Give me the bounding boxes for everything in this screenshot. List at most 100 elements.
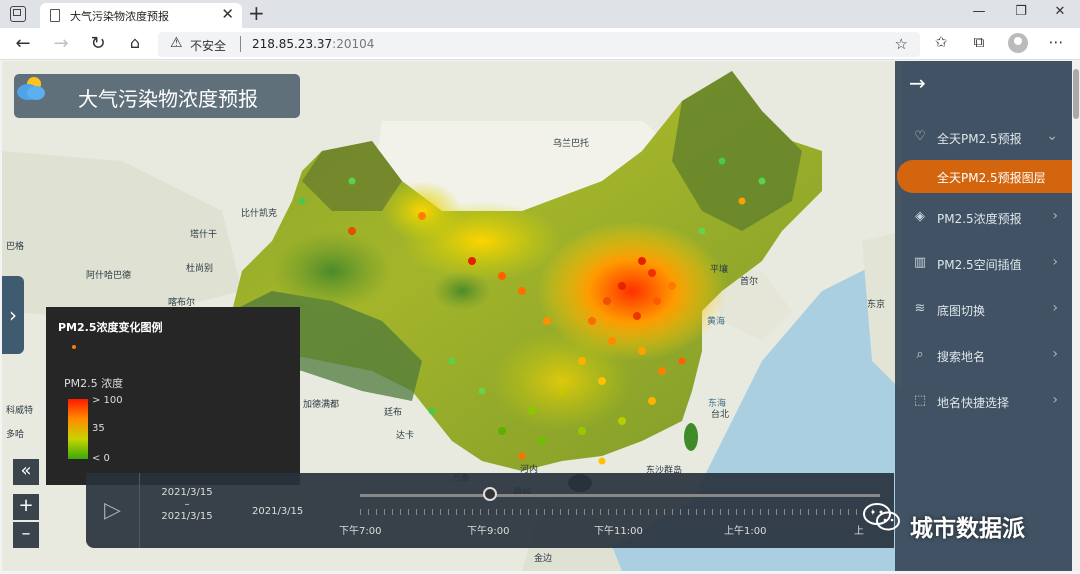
url-text[interactable]: 218.85.23.37:20104 [252,37,374,51]
map-view[interactable]: 乌兰巴托 比什凯克 塔什干 杜尚别 阿什哈巴德 喀布尔 加德满都 廷布 达卡 平… [2,61,1072,571]
time-ticks [360,509,880,515]
legend-tick: > 100 [92,395,123,406]
map-label: 科威特 [6,406,34,416]
time-label: 下午11:00 [594,526,643,537]
favorites-icon[interactable]: ✩ [930,33,952,51]
app-title-box: 大气污染物浓度预报 [14,74,300,118]
url-host: 218.85.23.37 [252,37,333,51]
legend-tick: 35 [92,423,105,434]
chevron-right-icon: › [1052,300,1058,316]
menu-label: 搜索地名 [937,350,986,364]
chevron-right-icon: › [1052,208,1058,224]
insecure-label[interactable]: 不安全 [190,37,226,54]
chevron-right-icon: › [1052,346,1058,362]
map-label: 首尔 [740,277,759,287]
window-close-icon[interactable]: ✕ [1050,4,1070,19]
map-label: 加德满都 [303,400,340,410]
range-end: 2021/3/15 [161,511,213,522]
browser-tab[interactable]: 大气污染物浓度预报 ✕ [40,3,242,28]
legend-title: PM2.5浓度变化图例 [58,321,163,334]
home-icon[interactable]: ⌂ [124,33,146,52]
map-label: 杜尚别 [186,264,214,274]
submenu-label: 全天PM2.5预报图层 [937,171,1046,185]
url-port: :20104 [332,37,375,51]
legend-color-ramp [68,399,88,459]
zoom-in-button[interactable]: + [13,494,39,520]
legend-station-dot [72,345,76,349]
page-scrollbar[interactable] [1072,61,1080,571]
menu-item-pm25-interpolation[interactable]: ▥ PM2.5空间插值 › [895,248,1072,280]
time-slider-track[interactable] [360,494,880,497]
menu-item-daily-pm25[interactable]: ♡ 全天PM2.5预报 ⌄ [895,122,1072,154]
tab-close-icon[interactable]: ✕ [221,5,234,23]
map-icon: ▥ [913,255,927,270]
zoom-out-button[interactable]: – [13,522,39,548]
play-button[interactable]: ▷ [86,473,140,548]
stack-icon: ≋ [914,301,926,316]
new-tab-button[interactable]: + [248,1,265,25]
browser-tab-bar: 大气污染物浓度预报 ✕ + — ❐ ✕ [0,0,1080,28]
tab-actions-icon[interactable] [10,6,26,22]
favorite-add-icon[interactable]: ☆ [895,35,908,53]
page-icon [50,9,60,22]
collapse-legend-button[interactable]: « [13,459,39,485]
warning-icon[interactable]: ⚠ [170,35,183,51]
menu-label: PM2.5浓度预报 [937,212,1022,226]
watermark-text: 城市数据派 [910,516,1025,542]
heart-map-icon: ♡ [914,129,926,144]
more-menu-icon[interactable]: ⋯ [1045,33,1067,51]
map-label: 塔什干 [190,230,218,240]
map-label: 比什凯克 [241,209,278,219]
scrollbar-thumb[interactable] [1073,69,1079,119]
time-label: 下午9:00 [467,526,510,537]
time-label: 下午7:00 [339,526,382,537]
time-slider-panel: ▷ 2021/3/15 – 2021/3/15 2021/3/15 下午7:00… [86,473,894,548]
collapse-panel-arrow-icon[interactable]: → [909,71,926,95]
cursor-icon: ⬚ [913,393,927,408]
right-tool-panel: → ♡ 全天PM2.5预报 ⌄ 全天PM2.5预报图层 ◈ PM2.5浓度预报 … [895,61,1072,571]
map-label: 阿什哈巴德 [86,271,132,281]
menu-label: 地名快捷选择 [937,396,1010,410]
menu-item-pm25-forecast[interactable]: ◈ PM2.5浓度预报 › [895,202,1072,234]
search-icon: ⌕ [916,347,924,362]
range-start: 2021/3/15 [161,487,213,498]
expand-left-panel-button[interactable]: › [2,276,24,354]
layers-icon: ◈ [915,209,925,224]
legend-subtitle: PM2.5 浓度 [64,377,124,390]
menu-item-quick-place[interactable]: ⬚ 地名快捷选择 › [895,386,1072,418]
map-label: 黄海 [707,317,726,327]
time-label: 上午1:00 [724,526,767,537]
restore-icon[interactable]: ❐ [1011,4,1031,19]
minimize-icon[interactable]: — [969,4,989,19]
collections-icon[interactable]: ⧉ [968,33,990,51]
reload-icon[interactable]: ↻ [87,33,109,54]
map-label: 台北 [711,410,730,420]
time-slider-handle[interactable] [483,487,497,501]
menu-item-basemap-switch[interactable]: ≋ 底图切换 › [895,294,1072,326]
back-icon[interactable]: ← [12,33,34,54]
map-label: 达卡 [396,431,415,441]
menu-label: 底图切换 [937,304,986,318]
map-label: 平壤 [710,265,729,275]
map-label: 金边 [534,554,553,564]
chevron-right-icon: › [1052,392,1058,408]
current-date: 2021/3/15 [252,506,304,517]
address-bar[interactable]: ⚠ 不安全 218.85.23.37:20104 ☆ [158,32,920,57]
submenu-item-daily-pm25-layer[interactable]: 全天PM2.5预报图层 [897,160,1072,193]
map-label: 多哈 [6,430,25,440]
weather-cloud-icon [17,77,45,100]
profile-avatar[interactable] [1008,33,1028,53]
menu-item-search-place[interactable]: ⌕ 搜索地名 › [895,340,1072,372]
url-divider [240,36,241,52]
pm25-legend: PM2.5浓度变化图例 PM2.5 浓度 > 100 35 < 0 [46,307,300,485]
legend-tick: < 0 [92,453,110,464]
forward-icon[interactable]: → [50,33,72,54]
app-title: 大气污染物浓度预报 [78,87,258,111]
wechat-icon [863,503,900,531]
map-label: 东京 [867,300,886,310]
chevron-down-icon: ⌄ [1046,128,1058,144]
browser-toolbar: ← → ↻ ⌂ ⚠ 不安全 218.85.23.37:20104 ☆ ✩ ⧉ ⋯ [0,28,1080,60]
range-sep: – [184,499,190,510]
tab-title: 大气污染物浓度预报 [70,10,169,23]
menu-label: 全天PM2.5预报 [937,132,1022,146]
